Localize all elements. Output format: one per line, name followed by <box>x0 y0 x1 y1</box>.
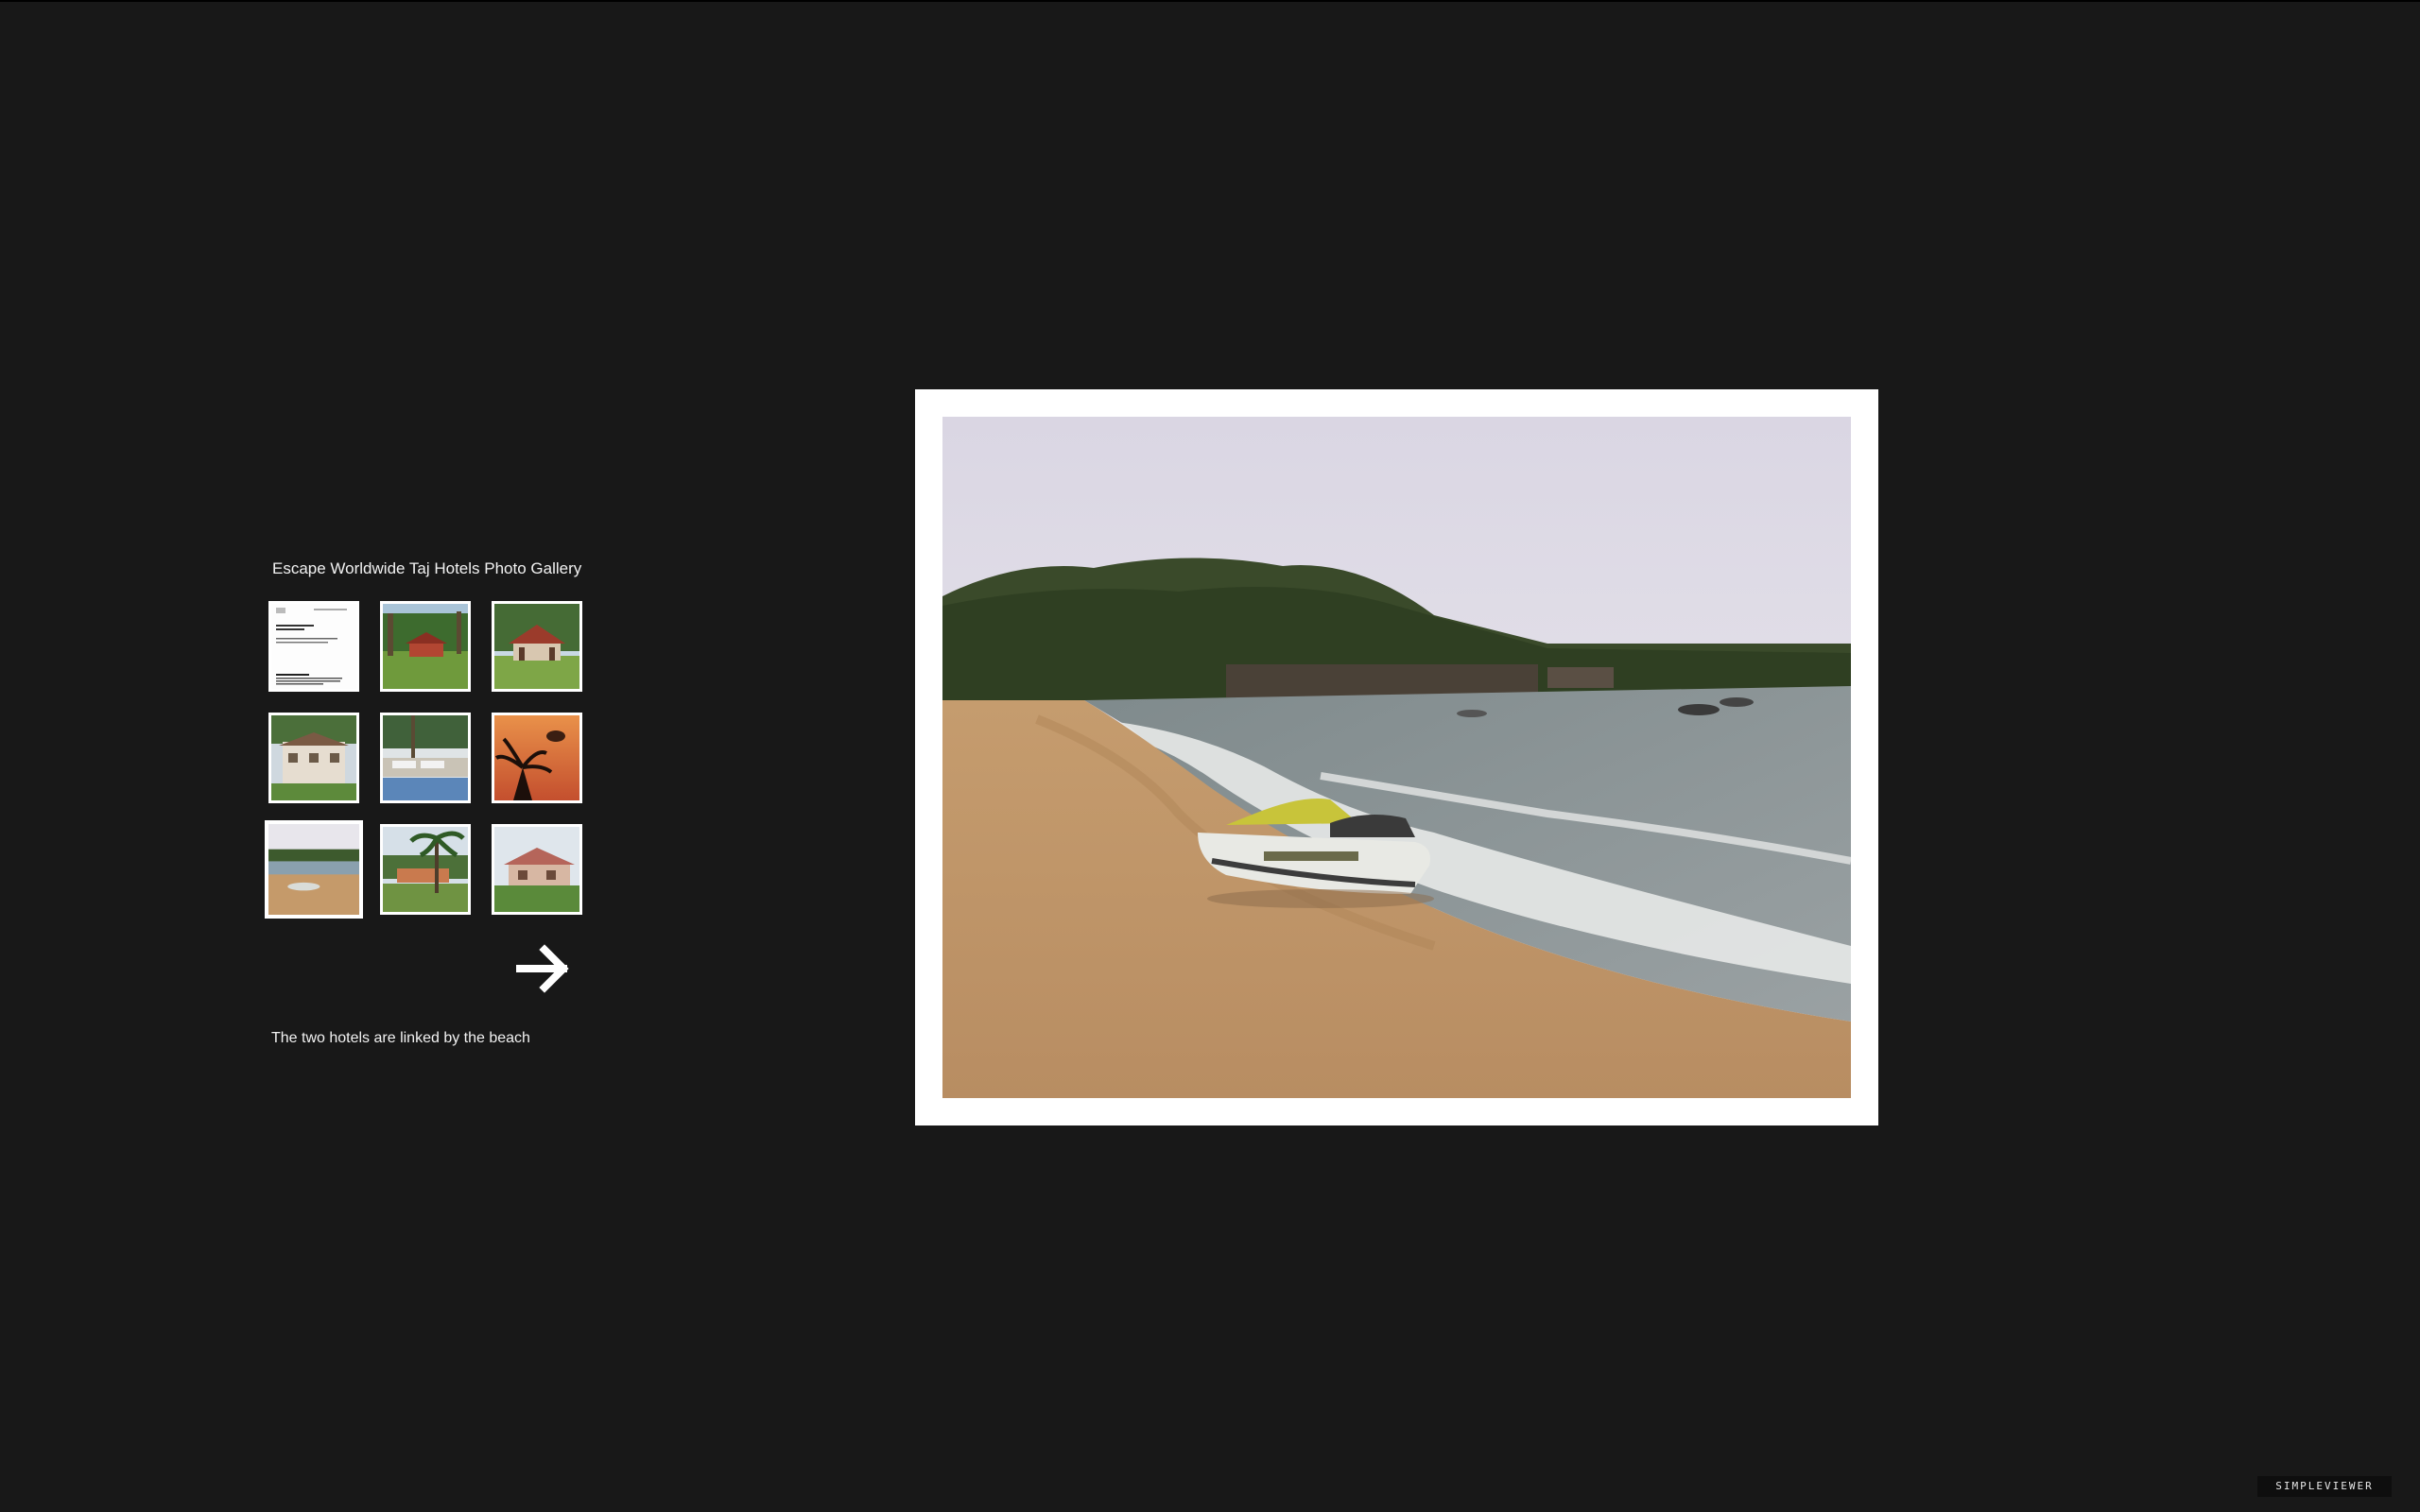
top-border <box>0 0 2420 2</box>
thumbnail-red-house-lawn[interactable] <box>380 601 471 692</box>
thumbnail-pool-loungers[interactable] <box>380 713 471 803</box>
thumbnail-sunset-parasail[interactable] <box>492 713 582 803</box>
thumbnail-beach-jetski[interactable] <box>265 820 363 919</box>
gallery-title: Escape Worldwide Taj Hotels Photo Galler… <box>272 559 582 577</box>
photo-caption: The two hotels are linked by the beach <box>271 1030 530 1046</box>
simpleviewer-logo[interactable]: SIMPLEVIEWER <box>2257 1476 2392 1497</box>
main-photo-frame <box>915 389 1878 1125</box>
thumbnail-cottage-garden[interactable] <box>492 824 582 915</box>
thumbnail-grid <box>265 601 586 919</box>
thumbnail-document[interactable] <box>268 601 359 692</box>
thumbnail-resort-palms[interactable] <box>380 824 471 915</box>
thumbnail-pavilion-garden[interactable] <box>492 601 582 692</box>
thumbnail-villa-palms[interactable] <box>268 713 359 803</box>
arrow-right-icon[interactable] <box>516 941 571 996</box>
main-photo-beach-jetski[interactable] <box>942 417 1851 1098</box>
